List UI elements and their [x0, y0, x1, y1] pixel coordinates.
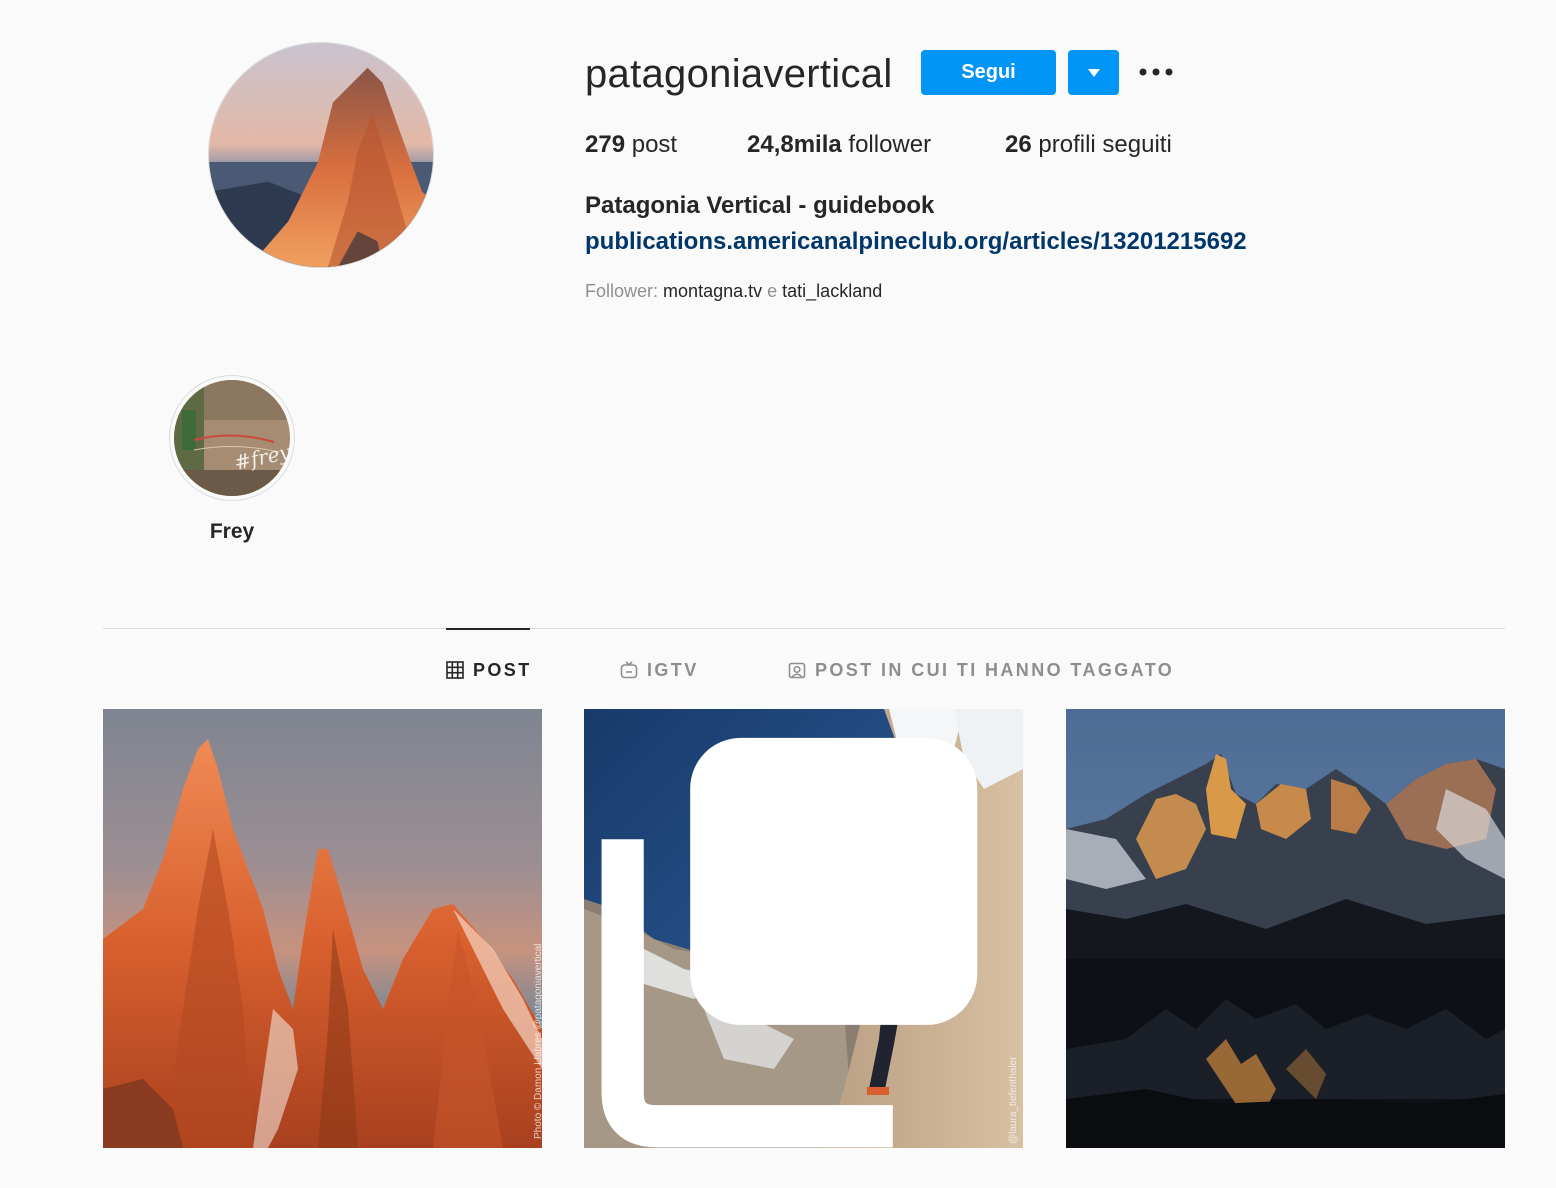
grid-icon: [446, 661, 464, 679]
post-watermark: Photo © Damon Llabres @patagoniavertical: [533, 944, 542, 1139]
suggested-dropdown-button[interactable]: [1068, 50, 1119, 95]
tab-posts[interactable]: POST: [446, 658, 532, 682]
tab-tagged[interactable]: POST IN CUI TI HANNO TAGGATO: [788, 658, 1174, 682]
post-thumbnail[interactable]: [1066, 709, 1505, 1148]
more-horizontal-icon: [1139, 68, 1173, 76]
active-tab-indicator: [446, 628, 530, 630]
story-highlight-cover[interactable]: #frey: [174, 380, 290, 496]
tagged-icon: [788, 662, 806, 679]
profile-website-link[interactable]: publications.americanalpineclub.org/arti…: [585, 226, 1247, 258]
post-thumbnail[interactable]: Photo © Damon Llabres @patagoniavertical: [103, 709, 542, 1148]
multiple-photos-icon: [601, 737, 978, 1148]
post-thumbnail[interactable]: @laura_tiefenthaler: [584, 709, 1023, 1148]
igtv-icon: [620, 661, 638, 679]
profile-username: patagoniavertical: [585, 52, 893, 96]
followers-label: follower: [848, 131, 932, 158]
tab-label: POST IN CUI TI HANNO TAGGATO: [815, 659, 1175, 680]
tab-label: POST: [473, 659, 532, 680]
posts-label: post: [631, 131, 678, 158]
profile-avatar[interactable]: [208, 42, 434, 268]
caret-down-icon: [1087, 68, 1100, 77]
posts-count-stat: 279 post: [585, 128, 677, 162]
followed-by-prefix: Follower:: [585, 281, 659, 301]
followed-by-account[interactable]: tati_lackland: [782, 281, 882, 301]
following-label: profili seguiti: [1038, 131, 1172, 158]
tab-igtv[interactable]: IGTV: [620, 658, 699, 682]
follow-button[interactable]: Segui: [921, 50, 1056, 95]
tabs-divider: [103, 628, 1505, 629]
posts-count: 279: [585, 131, 626, 158]
following-stat[interactable]: 26 profili seguiti: [1005, 128, 1172, 162]
tab-label: IGTV: [647, 659, 699, 680]
following-count: 26: [1005, 131, 1032, 158]
profile-full-name: Patagonia Vertical - guidebook: [585, 192, 935, 219]
story-highlight-label: Frey: [209, 520, 255, 543]
followed-by-account[interactable]: montagna.tv: [663, 281, 762, 301]
followers-count: 24,8mila: [747, 131, 842, 158]
followed-by-separator: e: [767, 281, 778, 301]
followers-stat[interactable]: 24,8mila follower: [747, 128, 931, 162]
followed-by: Follower: montagna.tv e tati_lackland: [585, 280, 882, 302]
more-options-button[interactable]: [1136, 56, 1176, 88]
